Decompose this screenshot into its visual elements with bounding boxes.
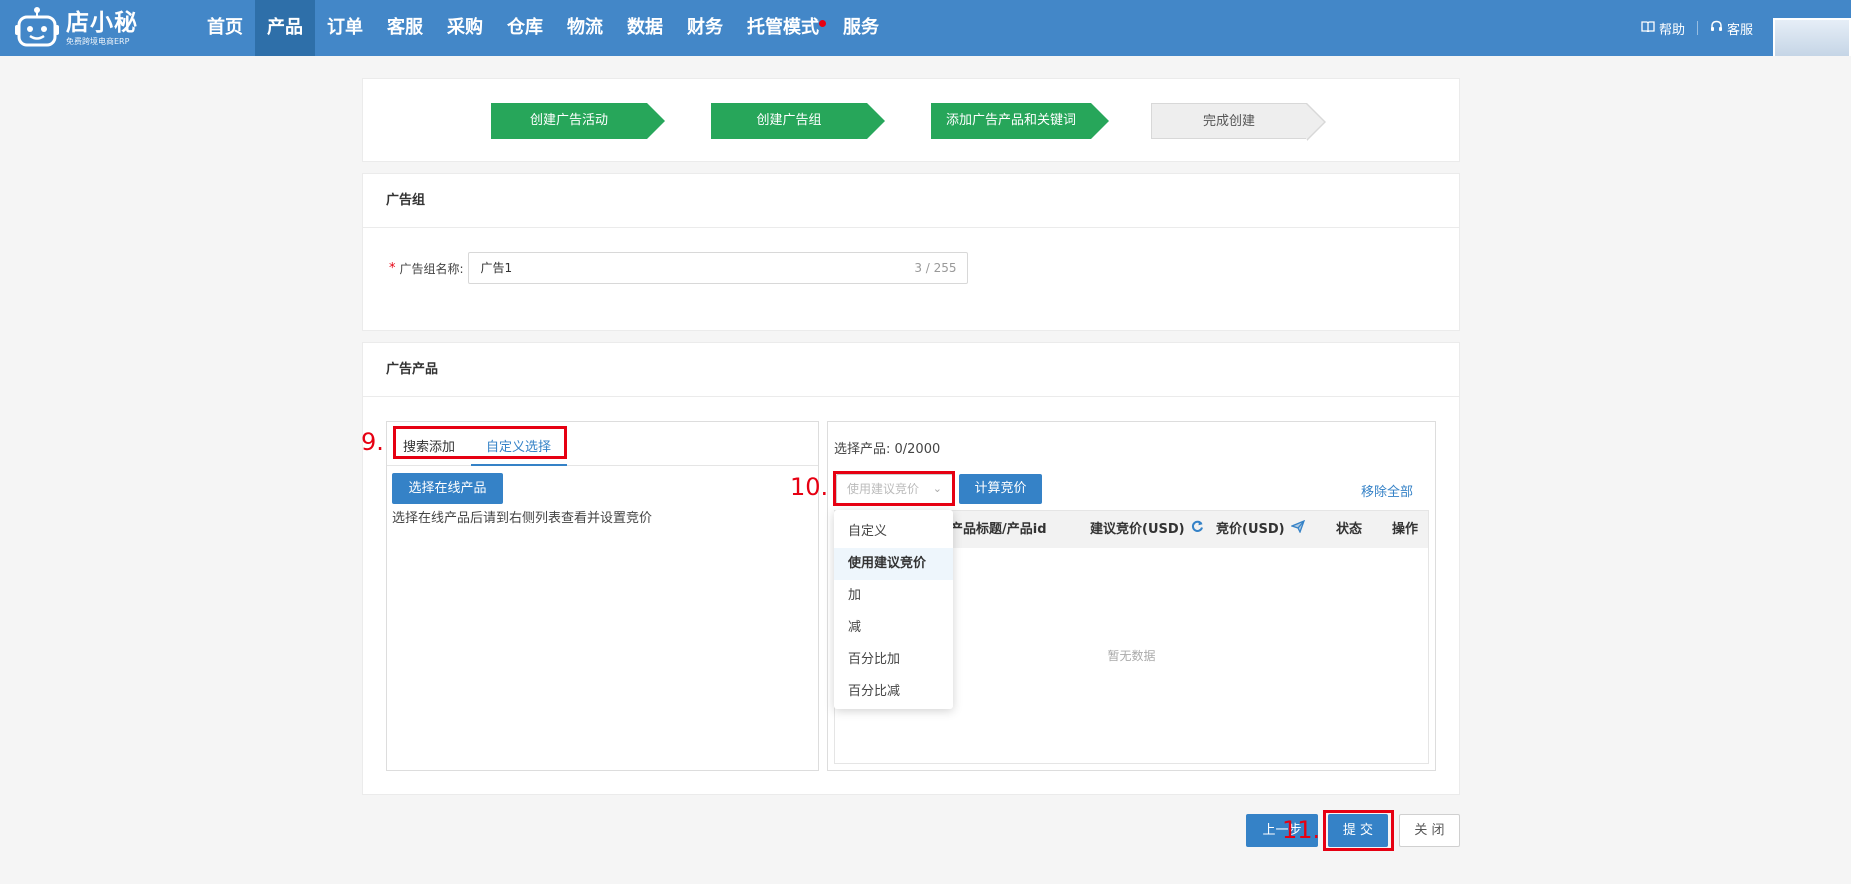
close-button[interactable]: 关 闭 <box>1399 814 1460 847</box>
nav-item-0[interactable]: 首页 <box>195 0 255 56</box>
input-value: 广告1 <box>480 261 513 275</box>
dropdown-option[interactable]: 加 <box>834 580 953 612</box>
selected-count: 选择产品: 0/2000 <box>834 442 941 457</box>
annotation-label-10: 10. <box>790 473 829 501</box>
calculate-bid-button[interactable]: 计算竞价 <box>959 474 1042 504</box>
col-suggested-bid: 建议竞价(USD) <box>1090 511 1204 548</box>
step-finish: 完成创建 <box>1151 103 1326 141</box>
avatar[interactable] <box>1773 18 1851 56</box>
step-label: 创建广告组 <box>756 113 822 128</box>
dropdown-option[interactable]: 百分比加 <box>834 644 953 676</box>
nav-item-3[interactable]: 客服 <box>375 0 435 56</box>
header-label: 建议竞价(USD) <box>1090 522 1185 537</box>
nav-item-1[interactable]: 产品 <box>255 0 315 56</box>
section-title: 广告产品 <box>363 343 1459 397</box>
active-tab-indicator <box>471 464 567 466</box>
bid-strategy-dropdown: 自定义 使用建议竞价加减百分比加 百分比减 <box>834 510 953 709</box>
header-label: 产品标题/产品id <box>950 522 1047 537</box>
nav-item-label: 财务 <box>687 17 723 38</box>
header-label: 状态 <box>1336 522 1363 537</box>
nav-item-label: 仓库 <box>507 17 543 38</box>
dropdown-option[interactable]: 减 <box>834 612 953 644</box>
step-create-campaign: 创建广告活动 <box>491 103 665 139</box>
nav-item-label: 物流 <box>567 17 603 38</box>
nav-item-7[interactable]: 数据 <box>615 0 675 56</box>
nav-item-label: 服务 <box>843 17 879 38</box>
step-add-products-keywords: 添加广告产品和关键词 <box>931 103 1109 139</box>
product-picker: 搜索添加 自定义选择 选择在线产品 选择在线产品后请到右侧列表查看并设置竞价 <box>386 421 819 771</box>
nav-item-5[interactable]: 仓库 <box>495 0 555 56</box>
logo[interactable]: 店小秘 免费跨境电商ERP <box>14 5 138 51</box>
logo-subtitle: 免费跨境电商ERP <box>66 37 130 46</box>
nav-item-2[interactable]: 订单 <box>315 0 375 56</box>
dropdown-option[interactable]: 使用建议竞价 <box>834 548 953 580</box>
notification-dot <box>819 20 826 27</box>
nav-item-8[interactable]: 财务 <box>675 0 735 56</box>
nav-item-label: 数据 <box>627 17 663 38</box>
service-link[interactable]: 客服 <box>1710 19 1753 38</box>
col-bid: 竞价(USD) <box>1216 511 1305 548</box>
section-title: 广告组 <box>363 174 1459 228</box>
help-label: 帮助 <box>1658 22 1685 38</box>
ad-group-name-label: 广告组名称: <box>399 261 464 276</box>
step-label: 添加广告产品和关键词 <box>945 113 1076 128</box>
robot-logo-icon <box>14 5 60 51</box>
nav-item-label: 客服 <box>387 17 423 38</box>
header-label: 操作 <box>1392 522 1419 537</box>
nav-item-label: 产品 <box>267 17 303 38</box>
select-online-products-button[interactable]: 选择在线产品 <box>392 473 503 504</box>
logo-title: 店小秘 <box>66 10 138 36</box>
headset-icon <box>1710 20 1723 37</box>
step-create-ad-group: 创建广告组 <box>711 103 885 139</box>
dropdown-option[interactable]: 百分比减 <box>834 676 953 708</box>
nav-item-4[interactable]: 采购 <box>435 0 495 56</box>
book-icon <box>1641 20 1655 36</box>
ad-group-name-input[interactable]: 广告1 3 / 255 <box>467 252 968 284</box>
service-label: 客服 <box>1726 22 1753 38</box>
char-counter: 3 / 255 <box>914 261 957 275</box>
required-mark: * <box>389 260 396 276</box>
send-icon[interactable] <box>1289 511 1305 548</box>
ad-group-panel: 广告组 * 广告组名称: 广告1 3 / 255 <box>362 173 1460 331</box>
col-actions: 操作 <box>1392 511 1418 548</box>
step-label: 创建广告活动 <box>529 113 608 128</box>
annotation-label-9: 9. <box>361 428 384 456</box>
nav-item-label: 首页 <box>207 17 243 38</box>
nav-item-10[interactable]: 服务 <box>831 0 891 56</box>
help-link[interactable]: 帮助 <box>1641 19 1685 38</box>
nav-item-9[interactable]: 托管模式 <box>735 0 831 56</box>
col-status: 状态 <box>1336 511 1362 548</box>
step-label: 完成创建 <box>1202 114 1255 129</box>
steps-panel: 创建广告活动 创建广告组 添加广告产品和关键词 完成创建 <box>362 78 1460 162</box>
nav-item-label: 订单 <box>327 17 363 38</box>
top-navbar: 店小秘 免费跨境电商ERP 首页 产品 订单 客服 采购 仓库 物流 数据 财务 托管模式 服务 帮… <box>0 0 1851 56</box>
annotation-box-select <box>833 471 955 506</box>
dropdown-option[interactable]: 自定义 <box>834 516 953 548</box>
annotation-label-11: 11. <box>1282 816 1321 844</box>
remove-all-link[interactable]: 移除全部 <box>1361 481 1413 500</box>
refresh-icon[interactable] <box>1191 511 1204 548</box>
nav-item-label: 采购 <box>447 17 483 38</box>
annotation-box-tabs <box>393 426 567 459</box>
divider <box>1696 21 1698 35</box>
nav-item-6[interactable]: 物流 <box>555 0 615 56</box>
hint-text: 选择在线产品后请到右侧列表查看并设置竞价 <box>392 511 653 526</box>
header-label: 竞价(USD) <box>1216 522 1285 537</box>
main-nav: 首页 产品 订单 客服 采购 仓库 物流 数据 财务 托管模式 服务 <box>195 0 891 56</box>
nav-item-label: 托管模式 <box>747 17 819 38</box>
annotation-box-submit <box>1323 810 1394 851</box>
col-product-title: 产品标题/产品id <box>950 511 1047 548</box>
